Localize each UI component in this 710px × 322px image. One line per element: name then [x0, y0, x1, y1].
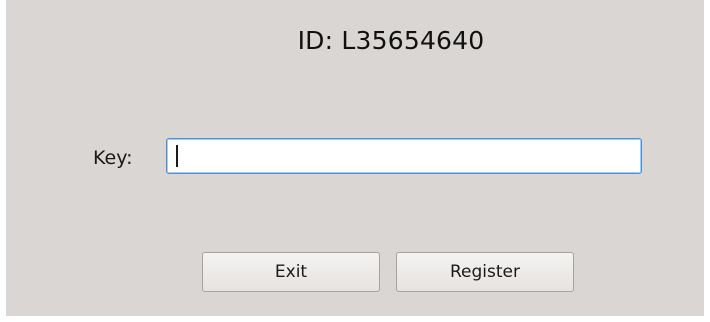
exit-button[interactable]: Exit	[202, 252, 380, 292]
register-button[interactable]: Register	[396, 252, 574, 292]
registration-dialog: ID: L35654640 Key: Exit Register	[6, 0, 704, 316]
key-input[interactable]	[166, 138, 642, 174]
key-label: Key:	[93, 147, 133, 169]
window-frame: ID: L35654640 Key: Exit Register	[0, 0, 710, 322]
id-label: ID: L35654640	[297, 26, 485, 55]
text-cursor	[176, 145, 178, 167]
